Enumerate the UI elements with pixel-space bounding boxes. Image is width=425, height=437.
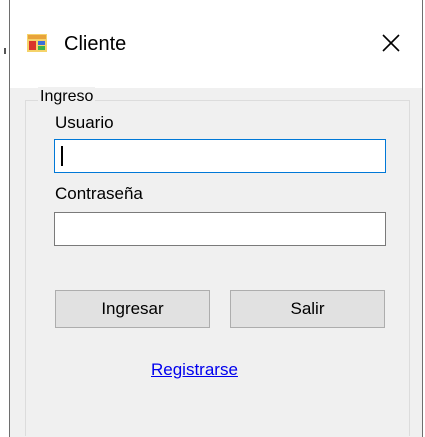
usuario-input[interactable] [54, 139, 386, 173]
registrarse-link[interactable]: Registrarse [151, 360, 238, 380]
window-title: Cliente [64, 33, 127, 55]
text-caret [61, 146, 63, 166]
title-bar[interactable]: Cliente [10, 0, 422, 88]
ingresar-button[interactable]: Ingresar [55, 290, 210, 328]
windows-form-icon [27, 33, 47, 53]
usuario-label: Usuario [55, 113, 114, 132]
background-mark [4, 48, 6, 54]
groupbox-label: Ingreso [38, 87, 96, 107]
close-icon[interactable] [374, 26, 408, 60]
contrasena-label: Contraseña [55, 184, 143, 203]
salir-button[interactable]: Salir [230, 290, 385, 328]
contrasena-input[interactable] [54, 212, 386, 246]
cliente-window: Cliente Ingreso Usuario Contraseña Ingre… [9, 0, 423, 437]
